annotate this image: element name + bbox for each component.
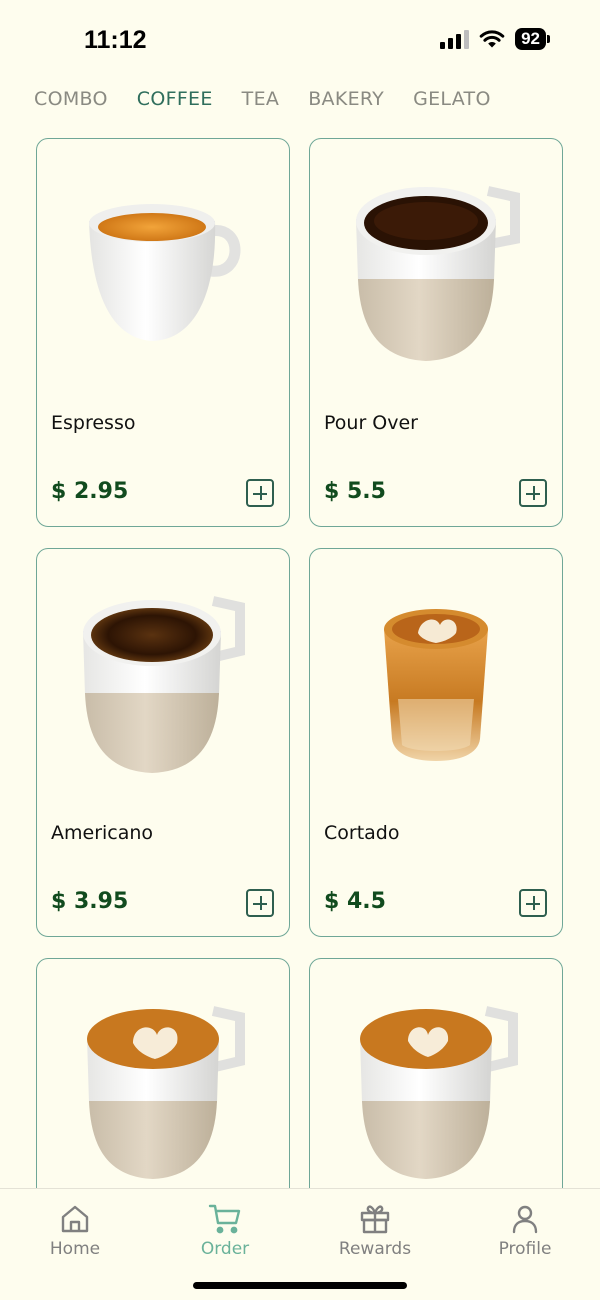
nav-profile[interactable]: Profile [465,1203,585,1259]
battery-level: 92 [515,28,546,50]
product-price: $ 3.95 [51,889,129,914]
latte-cup-image [87,1006,245,1179]
home-indicator[interactable] [193,1282,407,1289]
add-to-cart-button[interactable] [246,479,274,507]
home-icon [61,1205,89,1233]
app-screen: 11:12 92 COMBO COFFEE TEA BAKERY GELATO [0,0,600,1300]
product-card-pour-over[interactable]: Pour Over $ 5.5 [309,138,563,527]
status-time: 11:12 [84,26,147,54]
nav-label: Order [200,1239,250,1259]
product-card-espresso[interactable]: Espresso $ 2.95 [36,138,290,527]
espresso-cup-image [89,204,241,341]
battery-icon: 92 [515,28,550,50]
product-price: $ 4.5 [324,889,386,914]
nav-label: Profile [498,1239,552,1259]
product-card-americano[interactable]: Americano $ 3.95 [36,548,290,937]
category-tabs: COMBO COFFEE TEA BAKERY GELATO [34,88,520,110]
tab-gelato[interactable]: GELATO [413,88,491,110]
product-price: $ 5.5 [324,479,386,504]
cappuccino-cup-image [360,1006,518,1179]
pour-over-cup-image [356,186,520,361]
tab-bakery[interactable]: BAKERY [308,88,384,110]
product-name: Pour Over [324,412,418,434]
cellular-signal-icon [440,29,470,49]
americano-cup-image [83,596,245,773]
product-card-cortado[interactable]: Cortado $ 4.5 [309,548,563,937]
status-icons: 92 [440,28,550,50]
nav-order[interactable]: Order [165,1203,285,1259]
nav-home[interactable]: Home [15,1203,135,1259]
cart-icon [208,1204,241,1234]
tab-coffee[interactable]: COFFEE [137,88,213,110]
gift-icon [360,1205,390,1234]
product-name: Espresso [51,412,136,434]
nav-label: Home [49,1239,101,1259]
add-to-cart-button[interactable] [519,889,547,917]
product-price: $ 2.95 [51,479,129,504]
tab-combo[interactable]: COMBO [34,88,108,110]
product-name: Americano [51,822,154,844]
product-name: Cortado [324,822,400,844]
status-bar: 11:12 92 [0,0,600,80]
wifi-icon [479,30,505,48]
add-to-cart-button[interactable] [519,479,547,507]
person-icon [512,1205,538,1234]
add-to-cart-button[interactable] [246,889,274,917]
nav-rewards[interactable]: Rewards [315,1203,435,1259]
nav-label: Rewards [338,1239,412,1259]
tab-tea[interactable]: TEA [242,88,280,110]
cortado-glass-image [384,609,488,761]
